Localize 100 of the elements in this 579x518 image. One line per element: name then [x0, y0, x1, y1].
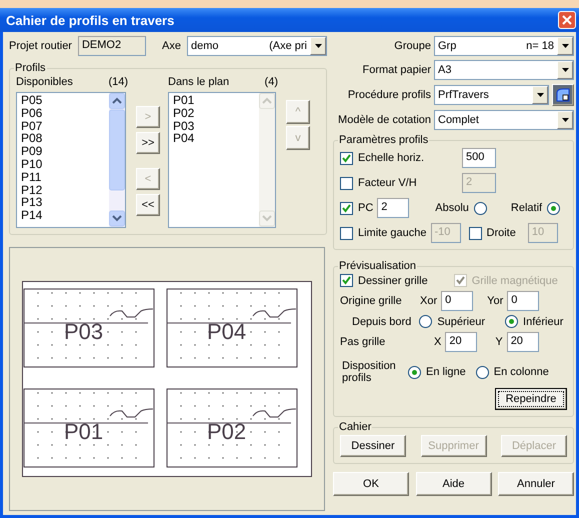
dropdown[interactable]: A3	[434, 60, 574, 80]
checkbox-label: Echelle horiz.	[358, 152, 424, 164]
list-item[interactable]: P02	[173, 106, 255, 120]
radio-dot-icon	[509, 319, 514, 324]
radio-dot-icon	[551, 206, 556, 210]
field-label: Xor	[420, 295, 438, 307]
scrollbar[interactable]	[109, 93, 125, 227]
list-item[interactable]: P09	[21, 145, 105, 158]
close-icon	[562, 15, 572, 25]
dropdown-button[interactable]	[557, 61, 573, 79]
radio-button[interactable]	[547, 202, 560, 214]
field-label: Depuis bord	[352, 316, 412, 328]
field-label: Groupe	[393, 40, 431, 52]
list-item[interactable]: P08	[21, 132, 105, 146]
radio-button[interactable]	[505, 315, 518, 328]
check-icon	[456, 276, 465, 285]
sheet-label: P04	[207, 319, 246, 344]
checkbox-label: Grille magnétique	[472, 274, 558, 286]
radio-label: En colonne	[494, 366, 549, 378]
repaint-button[interactable]: Repeindre	[495, 388, 567, 410]
origin-y-field[interactable]: 0	[507, 291, 540, 311]
caret-icon	[562, 68, 568, 72]
checkbox[interactable]	[340, 152, 353, 164]
list-item[interactable]: P10	[21, 158, 105, 171]
group-title: Profils	[14, 62, 47, 74]
group-title: Prévisualisation	[338, 260, 418, 272]
radio-label: En ligne	[426, 366, 466, 378]
radio-button[interactable]	[419, 315, 432, 328]
dropdown[interactable]: Complet	[434, 110, 574, 130]
close-button[interactable]	[558, 11, 576, 29]
list-item[interactable]: P13	[21, 196, 105, 210]
field-label: Pas grille	[340, 336, 386, 348]
dropdown-button[interactable]	[557, 111, 573, 129]
list-item[interactable]: P06	[21, 106, 105, 120]
checkbox-label: Dessiner grille	[358, 274, 428, 286]
field-label: Axe	[162, 40, 181, 52]
document-icon	[555, 87, 571, 103]
procedure-button[interactable]	[552, 84, 574, 106]
checkbox-label: Droite	[486, 227, 516, 239]
dropdown[interactable]: PrfTravers	[434, 85, 549, 105]
pc-field[interactable]: 2	[377, 198, 410, 218]
check-icon	[342, 276, 351, 285]
list-count: (14)	[108, 76, 128, 88]
list-item[interactable]: P11	[21, 170, 105, 184]
field-label: Projet routier	[9, 40, 72, 52]
plan-list[interactable]: P01 P02 P03 P04	[168, 92, 276, 228]
field-label: Origine grille	[340, 295, 403, 307]
step-y-field[interactable]: 20	[506, 332, 539, 352]
move-button[interactable]: <<	[136, 194, 160, 216]
field-label: Disposition profils	[342, 360, 397, 384]
checkbox-label: Facteur V/H	[358, 177, 417, 189]
move-button[interactable]: >>	[136, 132, 160, 154]
available-list[interactable]: P05 P06 P07 P08 P09 P10 P11 P12 P13 P14	[16, 92, 126, 228]
list-item[interactable]: P03	[173, 120, 255, 132]
checkbox-label: PC	[358, 202, 374, 214]
dropdown-button[interactable]	[557, 37, 573, 55]
dialog-button[interactable]: Aide	[416, 472, 492, 496]
sheet-label: P01	[64, 419, 104, 444]
field-label: Format papier	[362, 64, 431, 76]
scrollbar[interactable]	[259, 93, 275, 227]
radio-label: Absolu	[435, 202, 469, 214]
checkbox[interactable]	[340, 226, 353, 240]
list-item[interactable]: P05	[21, 94, 105, 107]
radio-label: Relatif	[510, 202, 542, 214]
step-x-field[interactable]: 20	[445, 332, 478, 352]
caret-icon	[314, 44, 322, 48]
field-label: Procédure profils	[346, 89, 431, 101]
list-count: (4)	[264, 76, 278, 88]
project-field[interactable]: DEMO2	[78, 36, 146, 56]
origin-x-field[interactable]: 0	[441, 291, 474, 311]
sheet-label: P03	[64, 319, 104, 344]
dropdown-button[interactable]	[310, 37, 326, 55]
list-item[interactable]: P14	[21, 209, 105, 222]
checkbox[interactable]	[340, 176, 353, 190]
list-item[interactable]: P12	[21, 184, 105, 196]
radio-button[interactable]	[476, 366, 489, 378]
cahier-button[interactable]: Dessiner	[340, 435, 406, 457]
radio-button[interactable]	[408, 366, 421, 378]
check-icon	[342, 204, 351, 212]
caret-icon	[562, 44, 568, 48]
field-label: Modèle de cotation	[337, 114, 431, 126]
radio-label: Supérieur	[437, 316, 486, 328]
dropdown[interactable]: Grp n= 18	[434, 36, 574, 56]
list-item[interactable]: P07	[21, 120, 105, 132]
check-icon	[342, 154, 351, 162]
dropdown-button[interactable]	[532, 86, 548, 104]
radio-button[interactable]	[474, 202, 487, 214]
checkbox[interactable]	[340, 202, 353, 214]
scale-field[interactable]: 500	[462, 148, 496, 168]
caret-icon	[562, 118, 568, 122]
dialog-button[interactable]: OK	[333, 472, 409, 496]
field-label: Yor	[487, 295, 504, 307]
dialog-button[interactable]: Annuler	[498, 472, 574, 496]
checkbox[interactable]	[340, 274, 353, 287]
radio-dot-icon	[412, 370, 417, 374]
field-label: Y	[495, 336, 503, 348]
checkbox[interactable]	[468, 226, 482, 240]
list-item[interactable]: P04	[173, 132, 255, 146]
dropdown[interactable]: demo (Axe pri	[186, 36, 327, 56]
list-item[interactable]: P01	[173, 94, 255, 107]
